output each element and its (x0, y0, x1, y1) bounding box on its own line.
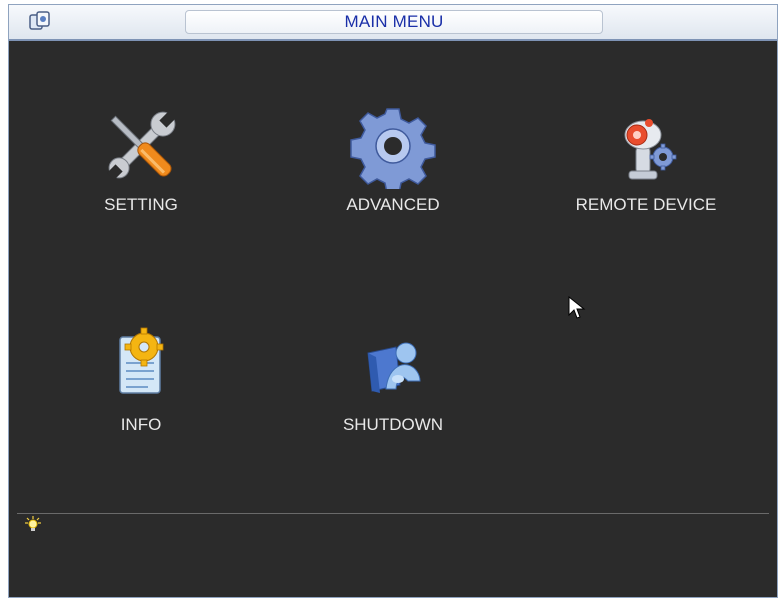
main-menu-window: MAIN MENU SETTING ADVANCED REMOTE DEVICE… (8, 4, 778, 598)
menu-item-label: ADVANCED (346, 195, 440, 214)
camera-gear-icon (624, 119, 677, 180)
menu-item-setting[interactable]: SETTING (41, 103, 241, 215)
status-divider (17, 513, 769, 514)
wrench-screwdriver-icon (107, 110, 177, 180)
mouse-cursor-icon (568, 295, 586, 319)
menu-item-label: REMOTE DEVICE (575, 195, 717, 214)
window-title: MAIN MENU (185, 10, 603, 34)
menu-item-advanced[interactable]: ADVANCED (293, 103, 493, 215)
user-shutdown-icon (367, 342, 421, 393)
menu-item-label: SHUTDOWN (342, 415, 444, 434)
app-logo-icon (29, 11, 50, 30)
title-bar: MAIN MENU (9, 5, 777, 41)
gear-icon (350, 108, 436, 189)
menu-grid: SETTING ADVANCED REMOTE DEVICE INFO SHUT… (9, 41, 777, 511)
menu-item-label: SETTING (104, 195, 178, 214)
menu-item-info[interactable]: INFO (41, 323, 241, 435)
menu-item-remote-device[interactable]: REMOTE DEVICE (546, 103, 746, 215)
lightbulb-icon (25, 516, 41, 531)
menu-item-label: INFO (120, 415, 162, 434)
document-gear-icon (119, 327, 164, 394)
menu-item-shutdown[interactable]: SHUTDOWN (293, 323, 493, 435)
